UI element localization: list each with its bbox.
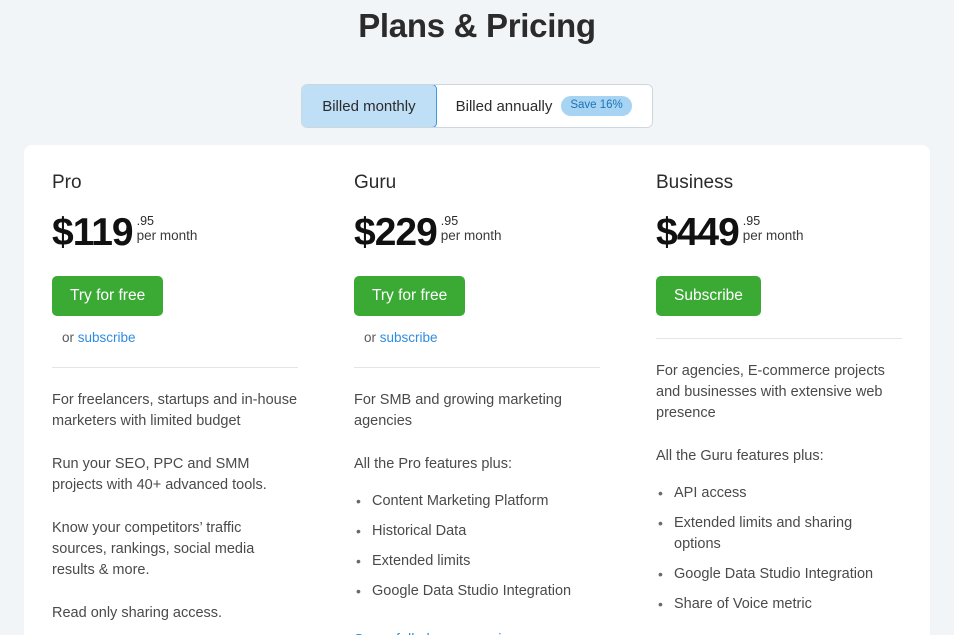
plan-price-period-business: per month bbox=[742, 228, 804, 243]
list-item: Google Data Studio Integration bbox=[656, 564, 902, 585]
plan-price-guru: $229 .95 per month bbox=[354, 213, 600, 252]
billing-toggle[interactable]: Billed monthly Billed annually Save 16% bbox=[301, 84, 653, 128]
plan-description-guru: For SMB and growing marketing agencies bbox=[354, 392, 562, 429]
features-list-guru: Content Marketing Platform Historical Da… bbox=[354, 491, 600, 602]
or-subscribe-guru: or subscribe bbox=[354, 330, 600, 345]
plan-column-guru: Guru $229 .95 per month Try for free or … bbox=[326, 145, 628, 635]
list-item: Share of Voice metric bbox=[656, 594, 902, 615]
features-intro-business: All the Guru features plus: bbox=[656, 448, 824, 464]
toggle-billed-annually[interactable]: Billed annually Save 16% bbox=[435, 85, 652, 127]
toggle-billed-annually-label: Billed annually bbox=[455, 97, 553, 115]
plan-price-amount-guru: $229 bbox=[354, 211, 438, 254]
plan-description-pro: For freelancers, startups and in-house m… bbox=[52, 392, 298, 429]
list-item: Extended limits and sharing options bbox=[656, 513, 902, 555]
plan-column-pro: Pro $119 .95 per month Try for free or s… bbox=[24, 145, 326, 635]
plan-price-cents-guru: .95 bbox=[440, 214, 459, 228]
divider-business bbox=[656, 338, 902, 339]
plan-price-business: $449 .95 per month bbox=[656, 213, 902, 252]
toggle-billed-monthly[interactable]: Billed monthly bbox=[302, 85, 437, 127]
list-item: API access bbox=[656, 483, 902, 504]
plan-price-period-pro: per month bbox=[136, 228, 198, 243]
plan-price-cents-pro: .95 bbox=[136, 214, 154, 228]
plan-price-amount-pro: $119 bbox=[52, 211, 134, 254]
subscribe-link-pro[interactable]: subscribe bbox=[78, 330, 136, 345]
plan-name-pro: Pro bbox=[52, 172, 82, 193]
plan-price-pro: $119 .95 per month bbox=[52, 213, 298, 252]
plan-paragraph-pro-2: Know your competitors’ traffic sources, … bbox=[52, 520, 255, 578]
list-item: Content Marketing Platform bbox=[354, 491, 600, 512]
plan-price-cents-business: .95 bbox=[742, 214, 761, 228]
subscribe-button-business[interactable]: Subscribe bbox=[656, 276, 761, 316]
try-for-free-button-pro[interactable]: Try for free bbox=[52, 276, 164, 316]
toggle-billed-monthly-label: Billed monthly bbox=[322, 97, 416, 115]
list-item: Extended limits bbox=[354, 551, 600, 572]
divider-pro bbox=[52, 367, 298, 368]
page-title: Plans & Pricing bbox=[358, 7, 596, 44]
plan-name-guru: Guru bbox=[354, 172, 397, 193]
or-subscribe-pro: or subscribe bbox=[52, 330, 298, 345]
plan-description-business: For agencies, E-commerce projects and bu… bbox=[656, 363, 885, 421]
save-badge: Save 16% bbox=[561, 96, 632, 116]
plan-paragraph-pro-1: Run your SEO, PPC and SMM projects with … bbox=[52, 456, 267, 493]
list-item: Historical Data bbox=[354, 521, 600, 542]
pricing-card: Pro $119 .95 per month Try for free or s… bbox=[24, 145, 930, 635]
features-intro-guru: All the Pro features plus: bbox=[354, 456, 512, 472]
or-text-pro: or bbox=[62, 330, 75, 345]
billing-toggle-wrap: Billed monthly Billed annually Save 16% bbox=[0, 84, 954, 128]
subscribe-link-guru[interactable]: subscribe bbox=[380, 330, 438, 345]
plan-price-period-guru: per month bbox=[440, 228, 502, 243]
divider-guru bbox=[354, 367, 600, 368]
plan-column-business: Business $449 .95 per month Subscribe Fo… bbox=[628, 145, 930, 635]
plan-paragraph-pro-3: Read only sharing access. bbox=[52, 605, 223, 621]
try-for-free-button-guru[interactable]: Try for free bbox=[354, 276, 466, 316]
or-text-guru: or bbox=[364, 330, 377, 345]
plan-price-amount-business: $449 bbox=[656, 211, 740, 254]
plan-name-business: Business bbox=[656, 172, 734, 193]
features-list-business: API access Extended limits and sharing o… bbox=[656, 483, 902, 615]
list-item: Google Data Studio Integration bbox=[354, 581, 600, 602]
